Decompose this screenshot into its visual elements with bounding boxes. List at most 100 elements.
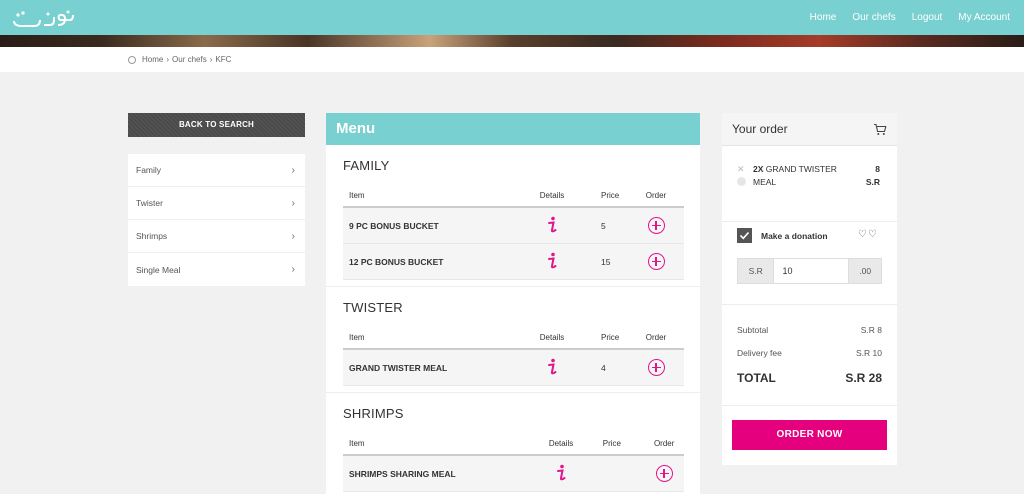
- breadcrumb-current: KFC: [215, 55, 232, 64]
- category-item-shrimps[interactable]: Shrimps ›: [128, 220, 305, 253]
- logo-graphic: [13, 10, 74, 27]
- menu-section-shrimps: SHRIMPS Item Details Price Order SHRIMPS…: [326, 393, 700, 492]
- cart-icon[interactable]: [873, 123, 887, 136]
- hearts-icon[interactable]: ♡♡: [858, 229, 878, 240]
- category-item-single-meal[interactable]: Single Meal ›: [128, 253, 305, 286]
- delivery-fee-label: Delivery fee: [737, 348, 782, 358]
- restaurant-banner: [0, 35, 1024, 47]
- divider: [722, 405, 897, 406]
- header-price: Price: [602, 439, 621, 448]
- nav-our-chefs[interactable]: Our chefs: [852, 12, 895, 23]
- item-name: 9 PC BONUS BUCKET: [349, 220, 439, 231]
- add-to-order-icon[interactable]: [647, 359, 665, 376]
- details-cell: [518, 252, 586, 272]
- top-bar: Home Our chefs Logout My Account: [0, 0, 1024, 35]
- table-row: 9 PC BONUS BUCKET 5: [343, 208, 684, 244]
- donation-checkbox[interactable]: [737, 228, 752, 243]
- order-header: Your order: [722, 113, 897, 146]
- menu-title: Menu: [326, 113, 700, 145]
- header-order: Order: [653, 439, 675, 448]
- category-label: Twister: [136, 198, 163, 208]
- menu-panel: Menu FAMILY Item Details Price Order 9 P…: [326, 113, 700, 494]
- add-to-order-icon[interactable]: [655, 465, 673, 482]
- donation-amount-input[interactable]: [773, 259, 850, 283]
- header-details: Details: [539, 191, 565, 200]
- location-pin-icon: [128, 55, 136, 64]
- table-row: 12 PC BONUS BUCKET 15: [343, 244, 684, 280]
- chevron-right-icon: ›: [291, 230, 295, 242]
- category-list: Family › Twister › Shrimps › Single Meal…: [128, 154, 305, 286]
- chevron-right-icon: ›: [291, 264, 295, 275]
- chevron-right-icon: ›: [291, 164, 295, 176]
- category-label: Single Meal: [136, 264, 181, 275]
- order-item-qty: 2X: [753, 164, 764, 174]
- section-title: TWISTER: [343, 300, 403, 315]
- order-cell: [644, 465, 684, 482]
- table-header: Item Details Price Order: [343, 433, 684, 456]
- order-cell: [636, 359, 676, 376]
- category-item-family[interactable]: Family ›: [128, 154, 305, 187]
- header-order: Order: [645, 333, 667, 342]
- item-name: 12 PC BONUS BUCKET: [349, 256, 444, 267]
- category-item-twister[interactable]: Twister ›: [128, 187, 305, 220]
- nav-home[interactable]: Home: [810, 12, 837, 23]
- menu-section-twister: TWISTER Item Details Price Order GRAND T…: [326, 287, 700, 393]
- total-row: TOTAL S.R 28: [737, 371, 882, 385]
- order-title: Your order: [732, 122, 788, 136]
- total-value: S.R 28: [845, 371, 882, 385]
- donation-label: Make a donation: [761, 231, 828, 241]
- add-to-order-icon[interactable]: [647, 217, 665, 234]
- category-label: Family: [136, 165, 162, 175]
- order-cell: [636, 217, 676, 234]
- nav-my-account[interactable]: My Account: [958, 12, 1010, 23]
- subtotal-value: S.R 8: [860, 325, 882, 335]
- breadcrumb-separator: ›: [209, 55, 213, 64]
- header-item: Item: [349, 191, 365, 200]
- item-price: 15: [601, 256, 611, 267]
- donation-currency-prefix: S.R: [738, 259, 774, 283]
- header-details: Details: [548, 439, 574, 448]
- total-label: TOTAL: [737, 371, 776, 385]
- item-status-dot: [737, 177, 746, 186]
- details-cell: [518, 358, 586, 378]
- table-row: SHRIMPS SHARING MEAL: [343, 456, 684, 492]
- order-item-name-line2: MEAL: [753, 177, 777, 187]
- item-name: SHRIMPS SHARING MEAL: [349, 468, 456, 479]
- chevron-right-icon: ›: [291, 197, 295, 209]
- order-cell: [636, 253, 676, 270]
- category-label: Shrimps: [136, 231, 168, 241]
- order-item-price-currency: S.R: [865, 177, 880, 187]
- breadcrumb-bar: Home › Our chefs › KFC: [0, 47, 1024, 72]
- nav-logout[interactable]: Logout: [912, 12, 943, 23]
- main-nav: Home Our chefs Logout My Account: [794, 0, 1010, 35]
- header-price: Price: [601, 191, 620, 200]
- delivery-fee-row: Delivery fee S.R 10: [737, 348, 882, 358]
- info-icon[interactable]: [546, 216, 558, 234]
- add-to-order-icon[interactable]: [647, 253, 665, 270]
- table-header: Item Details Price Order: [343, 185, 684, 208]
- divider: [722, 221, 897, 222]
- order-item-price-value: 8: [875, 164, 880, 174]
- subtotal-row: Subtotal S.R 8: [737, 325, 882, 335]
- info-icon[interactable]: [546, 252, 558, 270]
- breadcrumb-our-chefs[interactable]: Our chefs: [172, 55, 207, 64]
- order-now-button[interactable]: ORDER NOW: [732, 420, 887, 450]
- order-item-price: 8 S.R: [830, 163, 880, 189]
- remove-item-icon[interactable]: ✕: [737, 164, 745, 175]
- breadcrumb-home[interactable]: Home: [142, 55, 163, 64]
- header-details: Details: [539, 333, 565, 342]
- breadcrumb: Home › Our chefs › KFC: [128, 55, 231, 64]
- donation-amount-field: S.R .00: [737, 258, 882, 284]
- header-item: Item: [349, 439, 365, 448]
- table-row: GRAND TWISTER MEAL 4: [343, 350, 684, 386]
- section-title: FAMILY: [343, 158, 390, 173]
- info-icon[interactable]: [555, 464, 567, 482]
- info-icon[interactable]: [546, 358, 558, 376]
- subtotal-label: Subtotal: [737, 325, 769, 335]
- item-price: 4: [601, 362, 606, 373]
- delivery-fee-value: S.R 10: [856, 348, 882, 358]
- brand-logo[interactable]: [10, 9, 76, 29]
- header-item: Item: [349, 333, 365, 342]
- back-to-search-button[interactable]: BACK TO SEARCH: [128, 113, 305, 137]
- divider: [722, 304, 897, 305]
